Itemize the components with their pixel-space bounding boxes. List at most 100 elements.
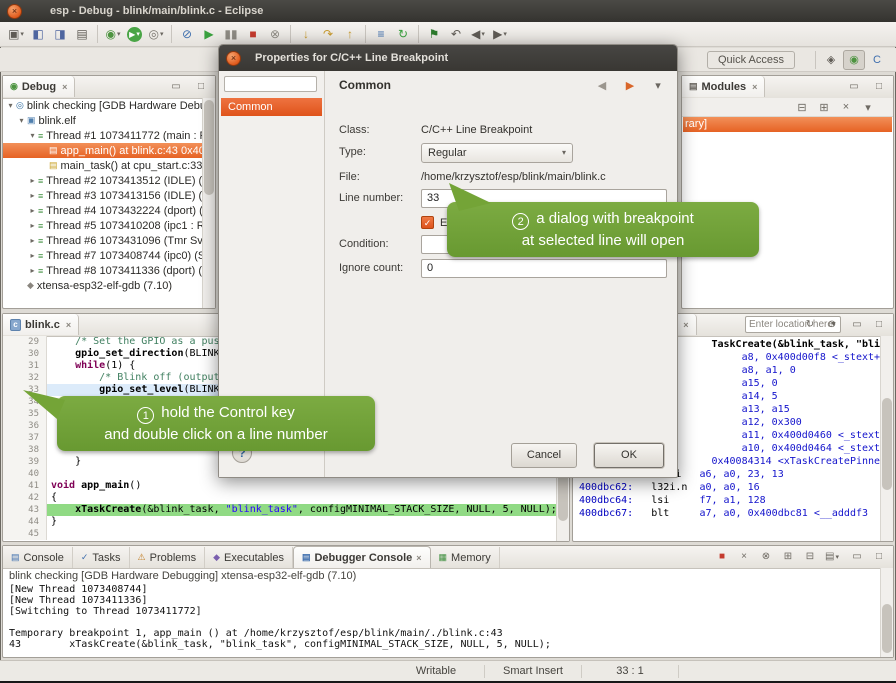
debug-tree-item[interactable]: ▸≡Thread #8 1073411336 (dport) (Sus [3, 263, 203, 278]
tab-tasks[interactable]: ✓Tasks [73, 547, 130, 568]
tab-debug[interactable]: ◉ Debug × [3, 76, 75, 97]
collapse-all-icon[interactable]: ⊟ [792, 98, 812, 116]
debug-tree-item[interactable]: ▸≡Thread #5 1073410208 (ipc1 : Runni [3, 218, 203, 233]
back-icon[interactable]: ◀▾ [468, 24, 488, 44]
remove-launch-icon[interactable]: × [734, 549, 754, 564]
debug-tree-item[interactable]: ▸≡Thread #6 1073431096 (Tmr Svc) (S [3, 233, 203, 248]
view-menu-icon[interactable]: ▾ [858, 98, 878, 116]
expander-icon[interactable]: ▸ [28, 266, 37, 275]
minimize-icon[interactable]: ▭ [847, 549, 867, 564]
line-number[interactable]: 42 [3, 492, 47, 504]
debug-tree-item[interactable]: ▾◎blink checking [GDB Hardware Debug [3, 98, 203, 113]
disconnect-icon[interactable]: ⊗ [265, 24, 285, 44]
debug-tree-item[interactable]: ▸≡Thread #2 1073413512 (IDLE) (Susp [3, 173, 203, 188]
debug-tree-item[interactable]: ▸≡Thread #3 1073413156 (IDLE) (Susp [3, 188, 203, 203]
line-number[interactable]: 38 [3, 444, 47, 456]
line-number[interactable]: 41 [3, 480, 47, 492]
debug-tree-item[interactable]: ◆xtensa-esp32-elf-gdb (7.10) [3, 278, 203, 293]
line-number[interactable]: 30 [3, 348, 47, 360]
minimize-icon[interactable]: ▭ [166, 79, 186, 94]
forward-icon[interactable]: ▶▾ [490, 24, 510, 44]
bookmark-icon[interactable]: ⚑ [424, 24, 444, 44]
modules-selected-row[interactable]: rary] [683, 117, 892, 132]
save-icon[interactable]: ◧ [28, 24, 48, 44]
expander-icon[interactable]: ▸ [28, 206, 37, 215]
step-over-icon[interactable]: ↷ [318, 24, 338, 44]
line-number[interactable]: 37 [3, 432, 47, 444]
suspend-icon[interactable]: ▮▮ [221, 24, 241, 44]
scroll-lock-icon[interactable]: ⊟ [800, 549, 820, 564]
code-line[interactable]: 42{ [3, 492, 556, 504]
forward-icon[interactable]: ▶ [620, 76, 640, 94]
debug-tree-item[interactable]: ▸≡Thread #7 1073408744 (ipc0) (Susp [3, 248, 203, 263]
scrollbar-thumb[interactable] [204, 100, 214, 195]
tab-modules[interactable]: ▤ Modules × [682, 76, 765, 97]
tab-blink-c[interactable]: c blink.c × [3, 314, 79, 335]
line-number[interactable]: 45 [3, 528, 47, 540]
debug-perspective-icon[interactable]: ◉ [843, 50, 865, 70]
close-icon[interactable]: × [752, 82, 757, 92]
disassembly-scrollbar[interactable] [880, 336, 893, 541]
resume-icon[interactable]: ▶ [199, 24, 219, 44]
tab-console[interactable]: ▤Console [3, 547, 73, 568]
sync-icon[interactable]: ⊙ [822, 317, 842, 332]
quick-access-button[interactable]: Quick Access [707, 51, 795, 69]
minimize-icon[interactable]: ▭ [847, 317, 867, 332]
save-all-icon[interactable]: ◨ [50, 24, 70, 44]
step-into-icon[interactable]: ↓ [296, 24, 316, 44]
tab-problems[interactable]: ⚠Problems [130, 547, 206, 568]
line-number[interactable]: 44 [3, 516, 47, 528]
cancel-button[interactable]: Cancel [511, 443, 577, 468]
terminate-icon[interactable]: ■ [712, 549, 732, 564]
debug-scrollbar[interactable] [202, 98, 215, 308]
maximize-icon[interactable]: □ [869, 549, 889, 564]
sidebar-item-common[interactable]: Common [221, 98, 322, 116]
window-titlebar[interactable]: × esp - Debug - blink/main/blink.c - Ecl… [0, 0, 896, 22]
expander-icon[interactable]: ▸ [28, 236, 37, 245]
close-icon[interactable]: × [683, 320, 688, 330]
code-line[interactable]: 44} [3, 516, 556, 528]
maximize-icon[interactable]: □ [869, 79, 889, 94]
tab-memory[interactable]: ▦Memory [431, 547, 500, 568]
expander-icon[interactable]: ▸ [28, 176, 37, 185]
window-close-button[interactable]: × [7, 4, 22, 19]
instruction-stepping-icon[interactable]: ≡ [371, 24, 391, 44]
expander-icon[interactable]: ▾ [28, 131, 37, 140]
minimize-icon[interactable]: ▭ [844, 79, 864, 94]
disassembly-line[interactable]: 400dbc64: lsi f7, a1, 128 [573, 494, 880, 507]
run-icon[interactable]: ▶▾ [127, 27, 142, 42]
line-number[interactable]: 32 [3, 372, 47, 384]
expander-icon[interactable]: ▾ [6, 101, 15, 110]
display-selected-console-icon[interactable]: ▤▾ [822, 549, 842, 564]
debug-tree-item[interactable]: ▾≡Thread #1 1073411772 (main : Runn [3, 128, 203, 143]
expander-icon[interactable]: ▸ [28, 221, 37, 230]
tab-executables[interactable]: ◆Executables [205, 547, 293, 568]
skip-all-breakpoints-icon[interactable]: ⊘ [177, 24, 197, 44]
external-tools-icon[interactable]: ◎▾ [146, 24, 166, 44]
debug-tree-item[interactable]: ▾▣blink.elf [3, 113, 203, 128]
refresh-icon[interactable]: ↻ [800, 317, 820, 332]
close-icon[interactable]: × [62, 82, 67, 92]
expander-icon[interactable]: ▸ [28, 251, 37, 260]
clear-console-icon[interactable]: ⊞ [778, 549, 798, 564]
expander-icon[interactable]: ▾ [17, 116, 26, 125]
dialog-close-button[interactable]: × [226, 51, 241, 66]
line-number[interactable]: 43 [3, 504, 47, 516]
expander-icon[interactable]: ▸ [28, 191, 37, 200]
open-perspective-icon[interactable]: ◈ [821, 51, 841, 69]
maximize-icon[interactable]: □ [191, 79, 211, 94]
last-edit-location-icon[interactable]: ↶ [446, 24, 466, 44]
remove-all-launches-icon[interactable]: ⊗ [756, 549, 776, 564]
expand-all-icon[interactable]: ⊞ [814, 98, 834, 116]
scrollbar-thumb[interactable] [882, 604, 892, 653]
new-icon[interactable]: ▣▾ [6, 24, 26, 44]
maximize-icon[interactable]: □ [869, 317, 889, 332]
debug-tree-item[interactable]: ▤main_task() at cpu_start.c:339 0x4 [3, 158, 203, 173]
restart-icon[interactable]: ↻ [393, 24, 413, 44]
code-line[interactable]: 43 xTaskCreate(&blink_task, "blink_task"… [3, 504, 556, 516]
ignore-count-field[interactable]: 0 [421, 259, 667, 278]
type-dropdown[interactable]: ▾Regular [421, 143, 573, 163]
line-number[interactable]: 31 [3, 360, 47, 372]
sidebar-filter-input[interactable] [224, 76, 317, 92]
view-menu-icon[interactable]: ▾ [648, 76, 668, 94]
